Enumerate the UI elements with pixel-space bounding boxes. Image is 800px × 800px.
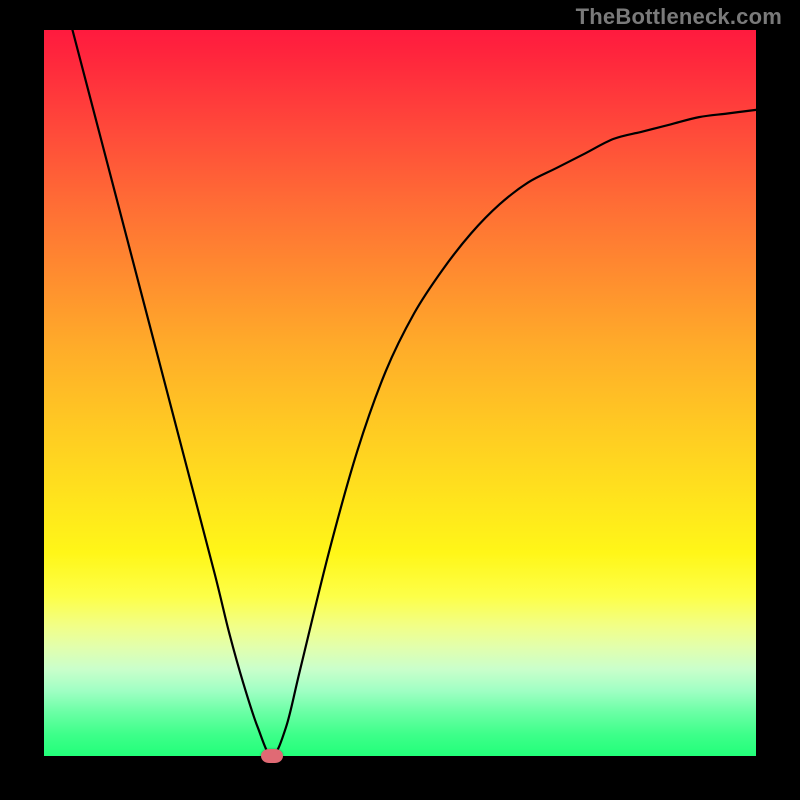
bottleneck-curve xyxy=(44,30,756,756)
watermark-text: TheBottleneck.com xyxy=(576,4,782,30)
minimum-marker xyxy=(261,749,283,763)
plot-area xyxy=(44,30,756,756)
chart-frame: TheBottleneck.com xyxy=(0,0,800,800)
